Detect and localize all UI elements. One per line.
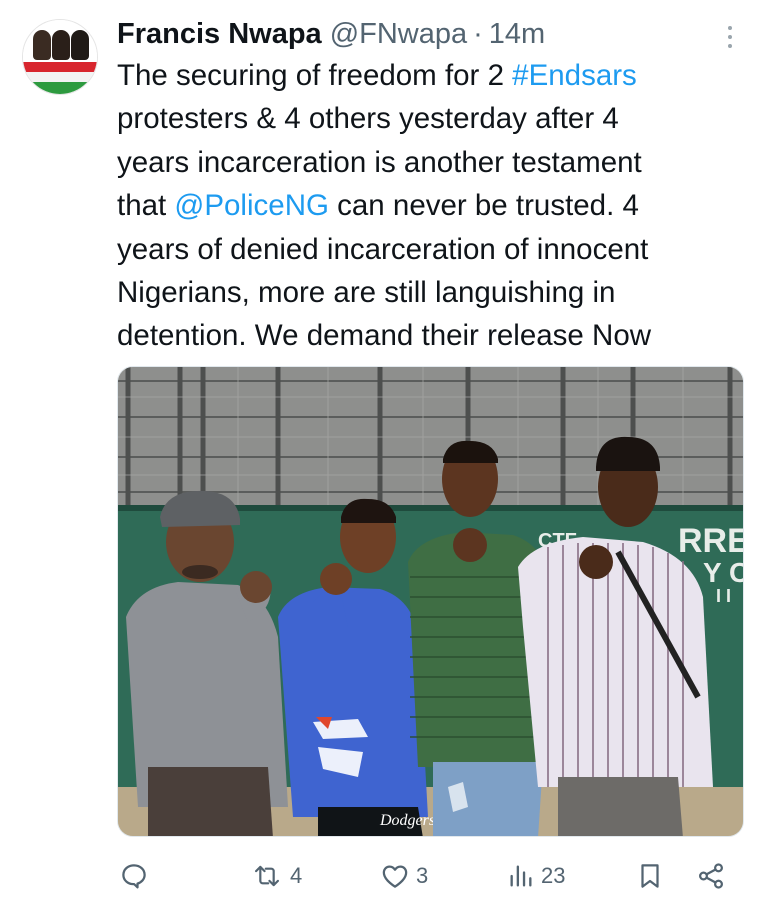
shirt-lettering: Dodgers	[379, 812, 435, 829]
tweet-line: detention. We demand their release Now	[117, 319, 652, 353]
van-lettering: Y C	[703, 557, 744, 588]
tweet-text: The securing of freedom for 2	[117, 59, 513, 92]
avatar-person	[33, 30, 51, 60]
author-name[interactable]: Francis Nwapa	[117, 18, 322, 51]
bookmark-icon	[641, 864, 659, 888]
tweet-timestamp[interactable]: 14m	[489, 18, 545, 51]
like-count: 3	[416, 863, 429, 888]
share-icon	[698, 863, 724, 889]
mention-link[interactable]: @PoliceNG	[174, 189, 329, 222]
analytics-icon	[510, 865, 532, 887]
retweet-icon	[254, 865, 280, 887]
tweet-text: that	[117, 189, 175, 223]
tweet-line: The securing of freedom for 2 #Endsars	[117, 54, 747, 97]
author-avatar[interactable]	[22, 19, 98, 95]
like-button[interactable]: 3	[380, 858, 428, 894]
reply-button[interactable]	[119, 858, 155, 894]
van-lettering: I I	[716, 586, 731, 606]
author-handle[interactable]: @FNwapa	[330, 18, 467, 51]
reply-icon	[122, 864, 146, 889]
avatar-banner	[23, 62, 97, 72]
tweet-line: years of denied incarceration of innocen…	[117, 232, 649, 266]
tweet-photo[interactable]: CTF RRECT Y C I I Dodgers	[117, 366, 744, 837]
tweet-line: that @PoliceNG can never be trusted. 4	[117, 184, 747, 227]
share-button[interactable]	[695, 858, 727, 894]
avatar-banner-footer	[23, 82, 97, 94]
tweet-body: The securing of freedom for 2 #Endsars p…	[117, 54, 747, 358]
tweet-line: years incarceration is another testament	[117, 145, 642, 179]
heart-icon	[382, 865, 408, 888]
tweet-line: Nigerians, more are still languishing in	[117, 276, 616, 310]
tweet-header: Francis Nwapa @FNwapa · 14m	[117, 16, 545, 52]
more-options-icon[interactable]	[718, 22, 742, 52]
bookmark-button[interactable]	[635, 858, 665, 894]
hashtag-link[interactable]: #Endsars	[512, 59, 637, 92]
tweet-text: can never be trusted. 4	[328, 189, 639, 223]
header-separator: ·	[473, 17, 483, 50]
views-count: 23	[541, 863, 566, 888]
tweet-action-bar: 4 3 23	[117, 858, 747, 894]
photo-illustration: CTF RRECT Y C I I Dodgers	[118, 367, 744, 836]
tweet-line: protesters & 4 others yesterday after 4	[117, 102, 619, 136]
views-button[interactable]: 23	[507, 858, 565, 894]
avatar-banner-text	[23, 72, 97, 82]
retweet-count: 4	[290, 863, 303, 888]
van-lettering: RRECT	[678, 522, 744, 560]
avatar-person	[52, 30, 70, 60]
retweet-button[interactable]: 4	[250, 858, 302, 894]
avatar-person	[71, 30, 89, 60]
